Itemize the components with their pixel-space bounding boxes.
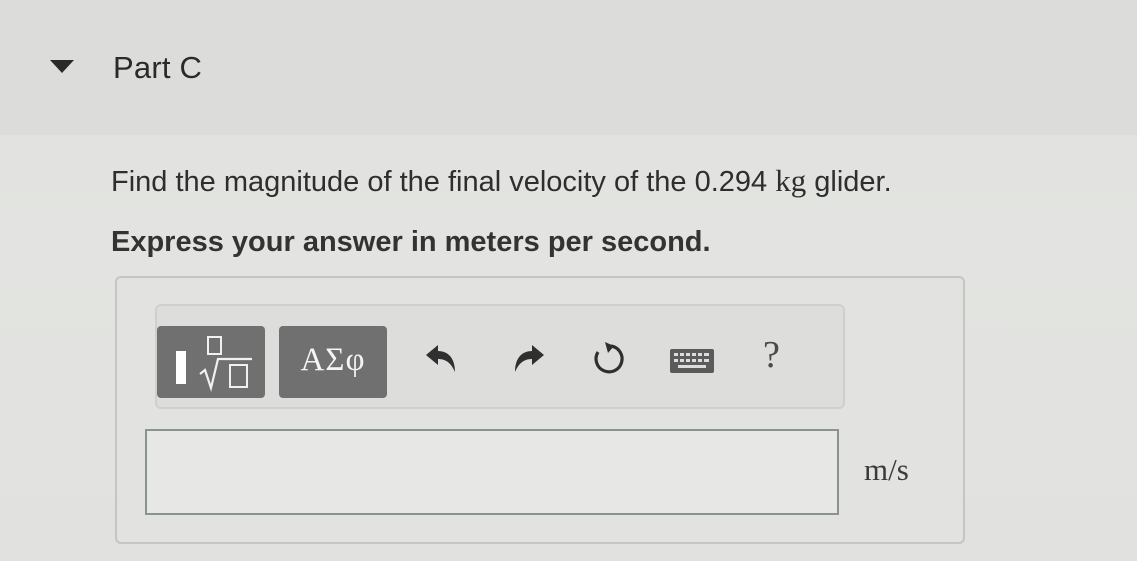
redo-arrow-icon[interactable] bbox=[511, 342, 547, 376]
keyboard-icon[interactable] bbox=[669, 348, 715, 374]
symbols-button[interactable]: ΑΣφ bbox=[279, 326, 387, 398]
question-text-after: glider. bbox=[806, 166, 892, 198]
collapse-triangle-icon[interactable] bbox=[50, 60, 74, 73]
question-text-before: Find the magnitude of the final velocity… bbox=[111, 166, 695, 198]
units-label: m/s bbox=[864, 452, 909, 487]
templates-button[interactable] bbox=[157, 326, 265, 398]
question-unit: kg bbox=[775, 163, 807, 198]
answer-instruction: Express your answer in meters per second… bbox=[111, 226, 711, 258]
fraction-sqrt-template-icon bbox=[176, 336, 252, 392]
part-title: Part C bbox=[113, 50, 203, 85]
question-text: Find the magnitude of the final velocity… bbox=[111, 163, 892, 199]
reset-icon[interactable] bbox=[588, 338, 628, 378]
help-button[interactable]: ? bbox=[763, 333, 780, 377]
answer-input[interactable] bbox=[145, 429, 839, 515]
symbols-label: ΑΣφ bbox=[300, 342, 366, 378]
question-value: 0.294 bbox=[694, 166, 768, 198]
undo-arrow-icon[interactable] bbox=[423, 342, 459, 376]
